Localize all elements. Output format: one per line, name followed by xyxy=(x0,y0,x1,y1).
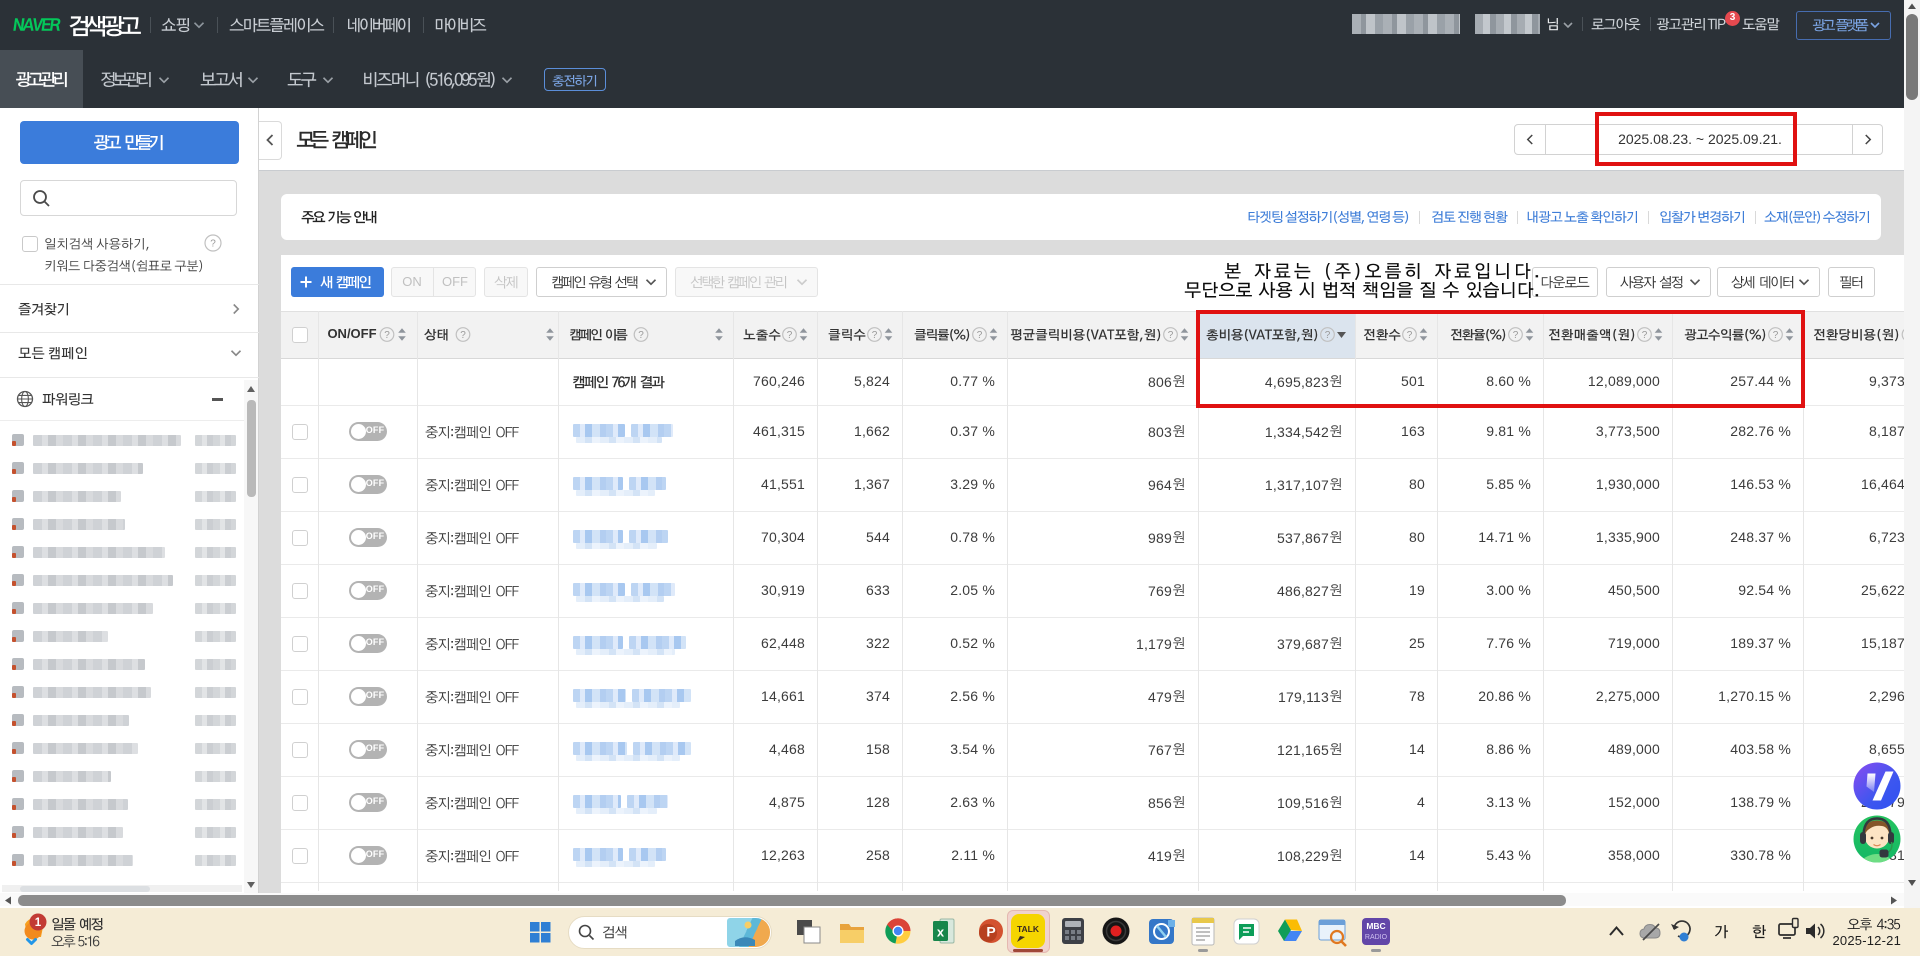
svg-text:MBC: MBC xyxy=(1366,921,1385,931)
svg-text:RADIO: RADIO xyxy=(1365,934,1388,941)
svg-text:?: ? xyxy=(787,330,793,341)
svg-text:?: ? xyxy=(460,330,466,341)
svg-text:?: ? xyxy=(977,330,983,341)
svg-text:1: 1 xyxy=(35,917,42,929)
svg-text:x: x xyxy=(937,925,945,940)
svg-text:TALK: TALK xyxy=(1017,924,1040,934)
svg-text:?: ? xyxy=(1168,330,1174,341)
svg-text:P: P xyxy=(986,924,995,940)
svg-text:?: ? xyxy=(638,330,644,341)
svg-text:?: ? xyxy=(210,239,216,250)
svg-text:?: ? xyxy=(872,330,878,341)
svg-text:?: ? xyxy=(384,330,390,341)
